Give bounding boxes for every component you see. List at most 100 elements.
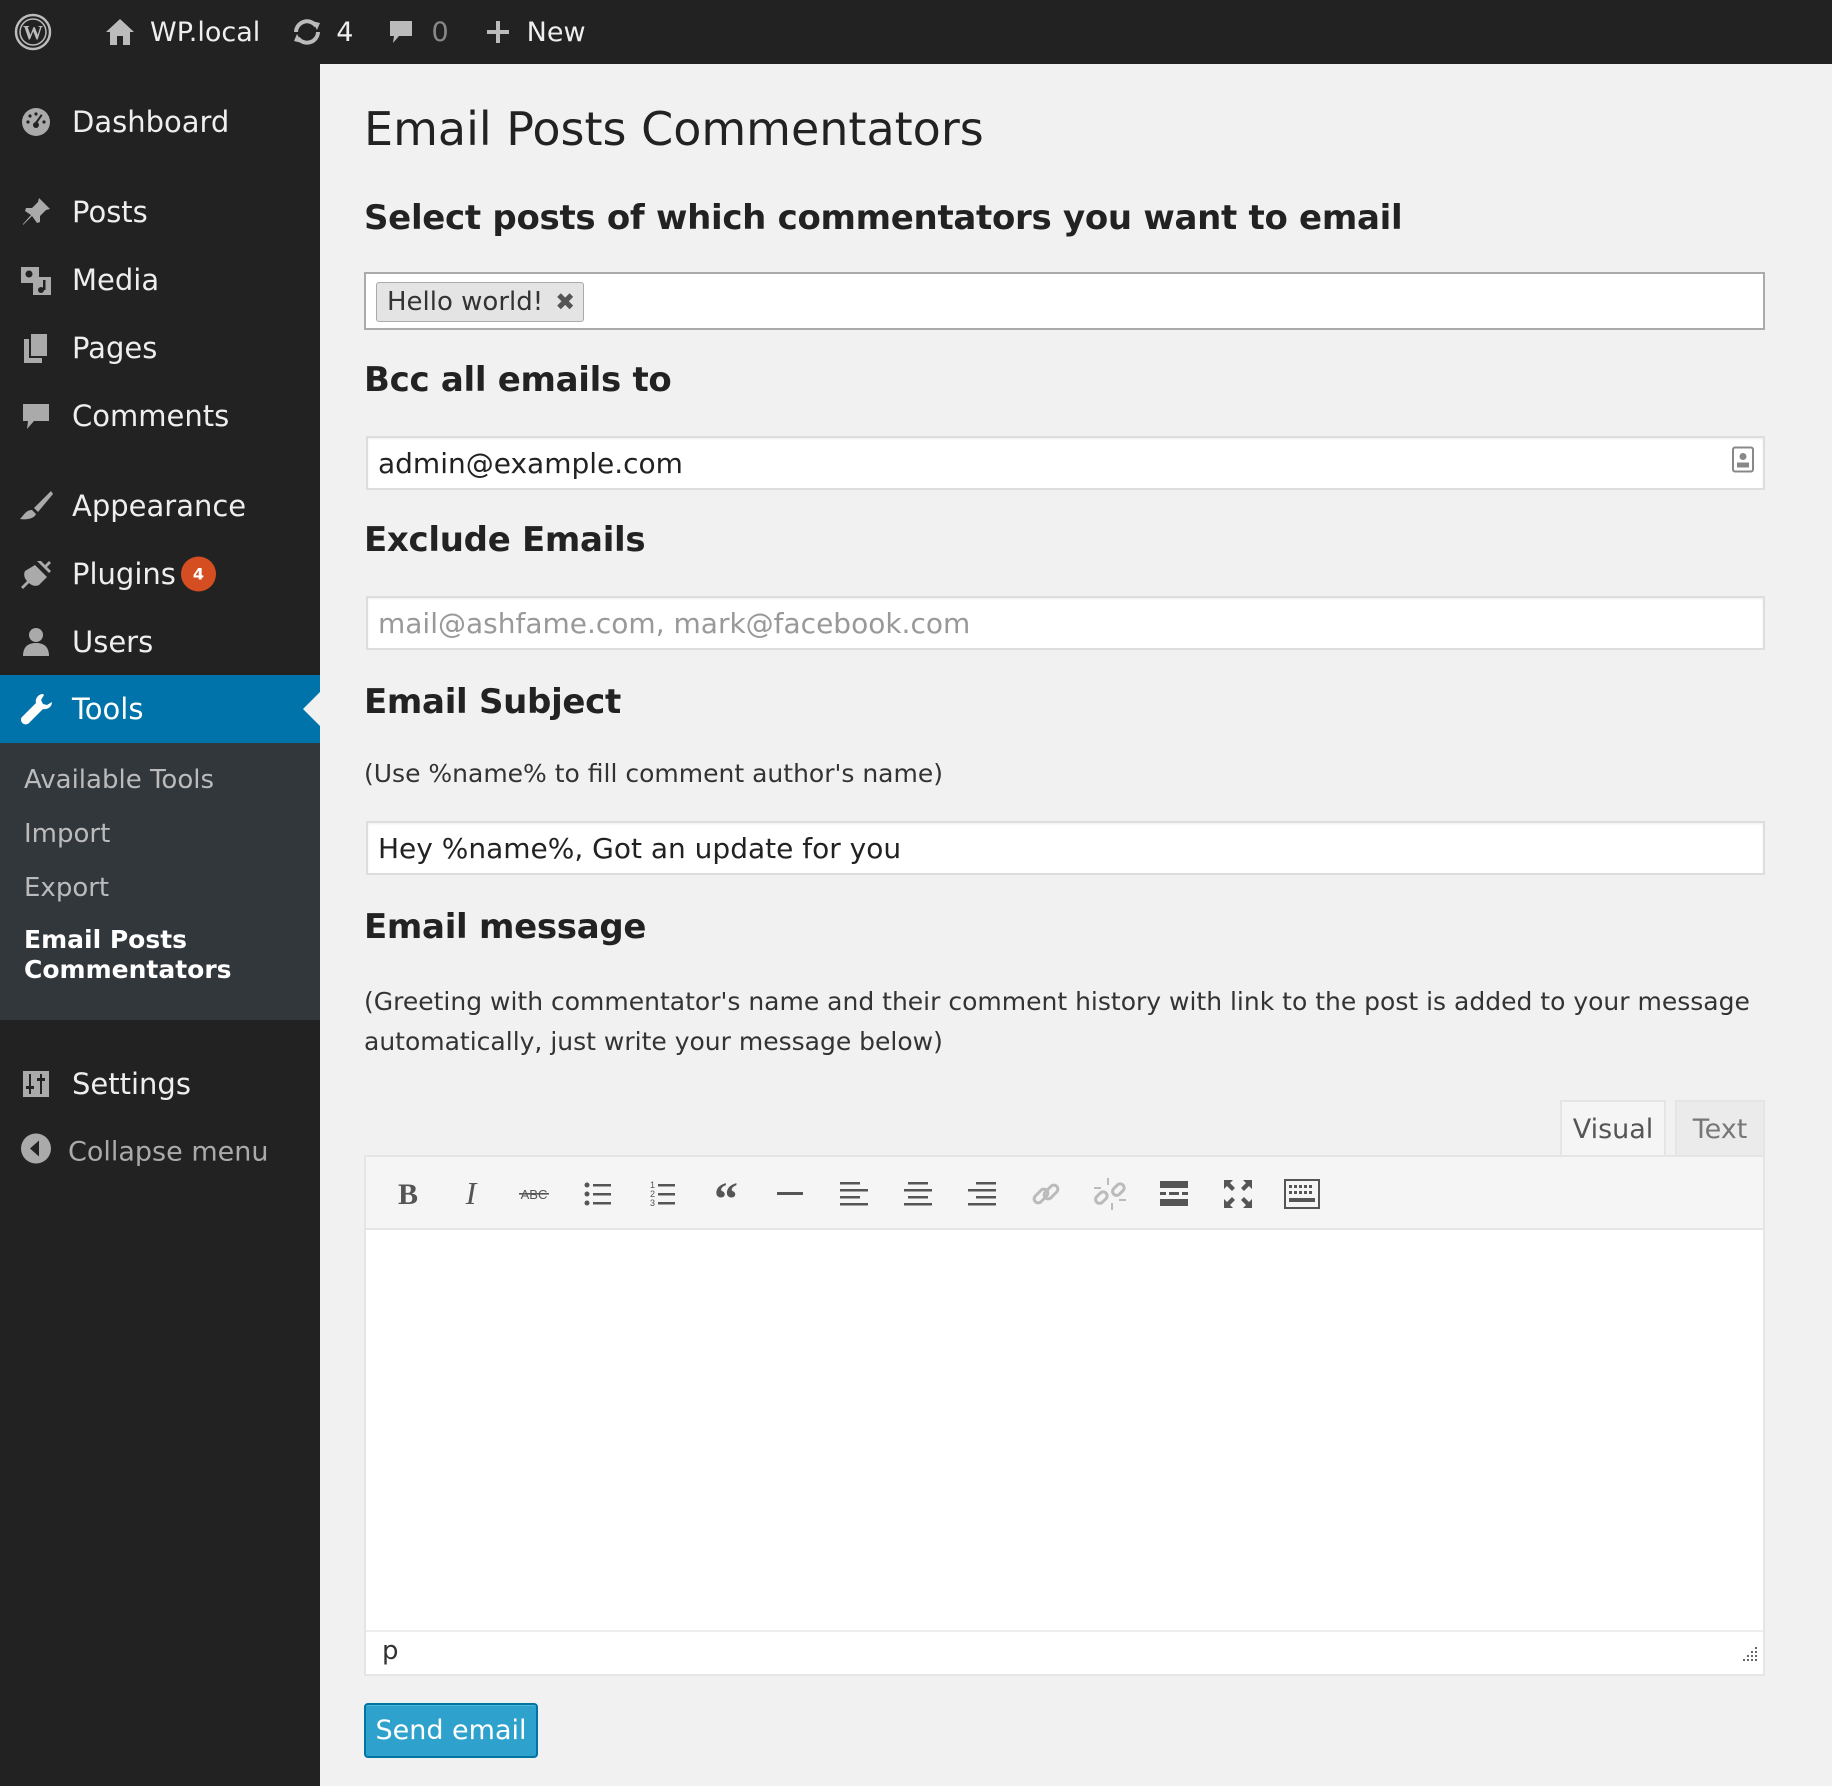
tab-text[interactable]: Text [1675, 1100, 1765, 1157]
collapse-label: Collapse menu [68, 1136, 269, 1168]
wordpress-logo-icon[interactable]: W [14, 0, 52, 64]
pages-icon [18, 330, 54, 366]
resize-grip-icon[interactable] [1741, 1640, 1759, 1670]
strikethrough-icon[interactable]: ABC [514, 1174, 554, 1214]
submenu-available-tools[interactable]: Available Tools [24, 765, 214, 795]
align-right-icon[interactable] [962, 1174, 1002, 1214]
menu-label: Pages [72, 331, 158, 365]
svg-text:“: “ [714, 1181, 738, 1207]
comments-count: 0 [431, 16, 449, 48]
menu-pages[interactable]: Pages [0, 315, 320, 381]
insert-link-icon[interactable] [1026, 1174, 1066, 1214]
menu-posts[interactable]: Posts [0, 179, 320, 245]
comment-bubble-icon [387, 18, 415, 46]
remove-token-icon[interactable]: ✖ [555, 288, 575, 316]
blockquote-icon[interactable]: “ [706, 1174, 746, 1214]
brush-icon [18, 488, 54, 524]
editor-statusbar: p [366, 1630, 1763, 1674]
new-label: New [526, 16, 586, 48]
site-name-link[interactable]: WP.local [104, 0, 260, 64]
tab-visual[interactable]: Visual [1560, 1100, 1666, 1157]
select-posts-heading: Select posts of which commentators you w… [364, 198, 1403, 238]
align-center-icon[interactable] [898, 1174, 938, 1214]
user-icon [18, 624, 54, 660]
menu-label: Plugins [72, 557, 176, 591]
align-left-icon[interactable] [834, 1174, 874, 1214]
plugin-updates-badge: 4 [181, 556, 216, 592]
italic-icon[interactable]: I [451, 1174, 491, 1214]
bcc-heading: Bcc all emails to [364, 360, 672, 400]
comments-link[interactable]: 0 [387, 0, 449, 64]
dashboard-icon [18, 104, 54, 140]
menu-label: Posts [72, 195, 148, 229]
exclude-emails-heading: Exclude Emails [364, 520, 646, 560]
sliders-icon [18, 1066, 54, 1102]
menu-users[interactable]: Users [0, 609, 320, 675]
wrench-icon [18, 691, 54, 727]
remove-link-icon[interactable] [1090, 1174, 1130, 1214]
message-editor: B I ABC 123 “ p [364, 1155, 1765, 1676]
menu-comments[interactable]: Comments [0, 383, 320, 449]
submenu-email-posts-commentators[interactable]: Email Posts Commentators [24, 925, 232, 985]
menu-tools[interactable]: Tools [0, 675, 320, 743]
selected-post-token: Hello world! ✖ [376, 282, 585, 322]
svg-text:3: 3 [650, 1198, 655, 1208]
admin-sidebar: Dashboard Posts Media Pages Comments App… [0, 64, 320, 1786]
exclude-emails-placeholder: mail@ashfame.com, mark@facebook.com [378, 606, 971, 640]
toolbar-toggle-icon[interactable] [1282, 1174, 1322, 1214]
bold-icon[interactable]: B [388, 1174, 428, 1214]
menu-label: Media [72, 263, 160, 297]
svg-text:W: W [23, 22, 43, 44]
bcc-email-value: admin@example.com [378, 446, 683, 480]
pin-icon [18, 194, 54, 230]
read-more-icon[interactable] [1154, 1174, 1194, 1214]
menu-label: Settings [72, 1067, 191, 1101]
menu-label: Dashboard [72, 105, 230, 139]
email-subject-heading: Email Subject [364, 682, 621, 722]
menu-dashboard[interactable]: Dashboard [0, 89, 320, 155]
admin-bar: W WP.local 4 0 New [0, 0, 1832, 64]
bcc-email-field[interactable]: admin@example.com [366, 436, 1765, 490]
svg-text:B: B [398, 1179, 418, 1209]
submenu-export[interactable]: Export [24, 873, 109, 903]
token-label: Hello world! [387, 287, 544, 317]
svg-text:I: I [465, 1179, 478, 1209]
email-message-heading: Email message [364, 907, 647, 947]
horizontal-rule-icon[interactable] [770, 1174, 810, 1214]
element-path[interactable]: p [382, 1636, 399, 1666]
email-subject-value: Hey %name%, Got an update for you [378, 831, 902, 865]
updates-link[interactable]: 4 [290, 0, 353, 64]
fullscreen-icon[interactable] [1218, 1174, 1258, 1214]
exclude-emails-field[interactable]: mail@ashfame.com, mark@facebook.com [366, 596, 1765, 650]
menu-plugins[interactable]: Plugins 4 [0, 541, 320, 607]
media-icon [18, 262, 54, 298]
tools-submenu: Available Tools Import Export Email Post… [0, 743, 320, 1020]
posts-select-input[interactable]: Hello world! ✖ [364, 272, 1765, 330]
home-icon [104, 17, 136, 47]
send-email-button[interactable]: Send email [364, 1703, 538, 1758]
plus-icon [485, 19, 511, 45]
menu-appearance[interactable]: Appearance [0, 473, 320, 539]
submenu-current-line2: Commentators [24, 955, 232, 984]
email-subject-hint: (Use %name% to fill comment author's nam… [364, 759, 943, 788]
email-message-hint: (Greeting with commentator's name and th… [364, 987, 1750, 1056]
menu-settings[interactable]: Settings [0, 1051, 320, 1117]
new-content-link[interactable]: New [485, 0, 586, 64]
collapse-menu-button[interactable]: Collapse menu [0, 1122, 320, 1182]
menu-label: Tools [72, 692, 144, 726]
email-subject-field[interactable]: Hey %name%, Got an update for you [366, 821, 1765, 875]
contact-card-icon[interactable] [1732, 446, 1754, 480]
site-name: WP.local [150, 16, 261, 48]
menu-label: Comments [72, 399, 230, 433]
collapse-arrow-icon [20, 1133, 52, 1172]
menu-label: Appearance [72, 489, 247, 523]
editor-toolbar: B I ABC 123 “ [366, 1157, 1763, 1230]
numbered-list-icon[interactable]: 123 [642, 1174, 682, 1214]
menu-label: Users [72, 625, 154, 659]
bullet-list-icon[interactable] [578, 1174, 618, 1214]
menu-media[interactable]: Media [0, 247, 320, 313]
submenu-import[interactable]: Import [24, 819, 110, 849]
refresh-icon [290, 17, 324, 47]
comment-icon [18, 398, 54, 434]
updates-count: 4 [336, 16, 354, 48]
